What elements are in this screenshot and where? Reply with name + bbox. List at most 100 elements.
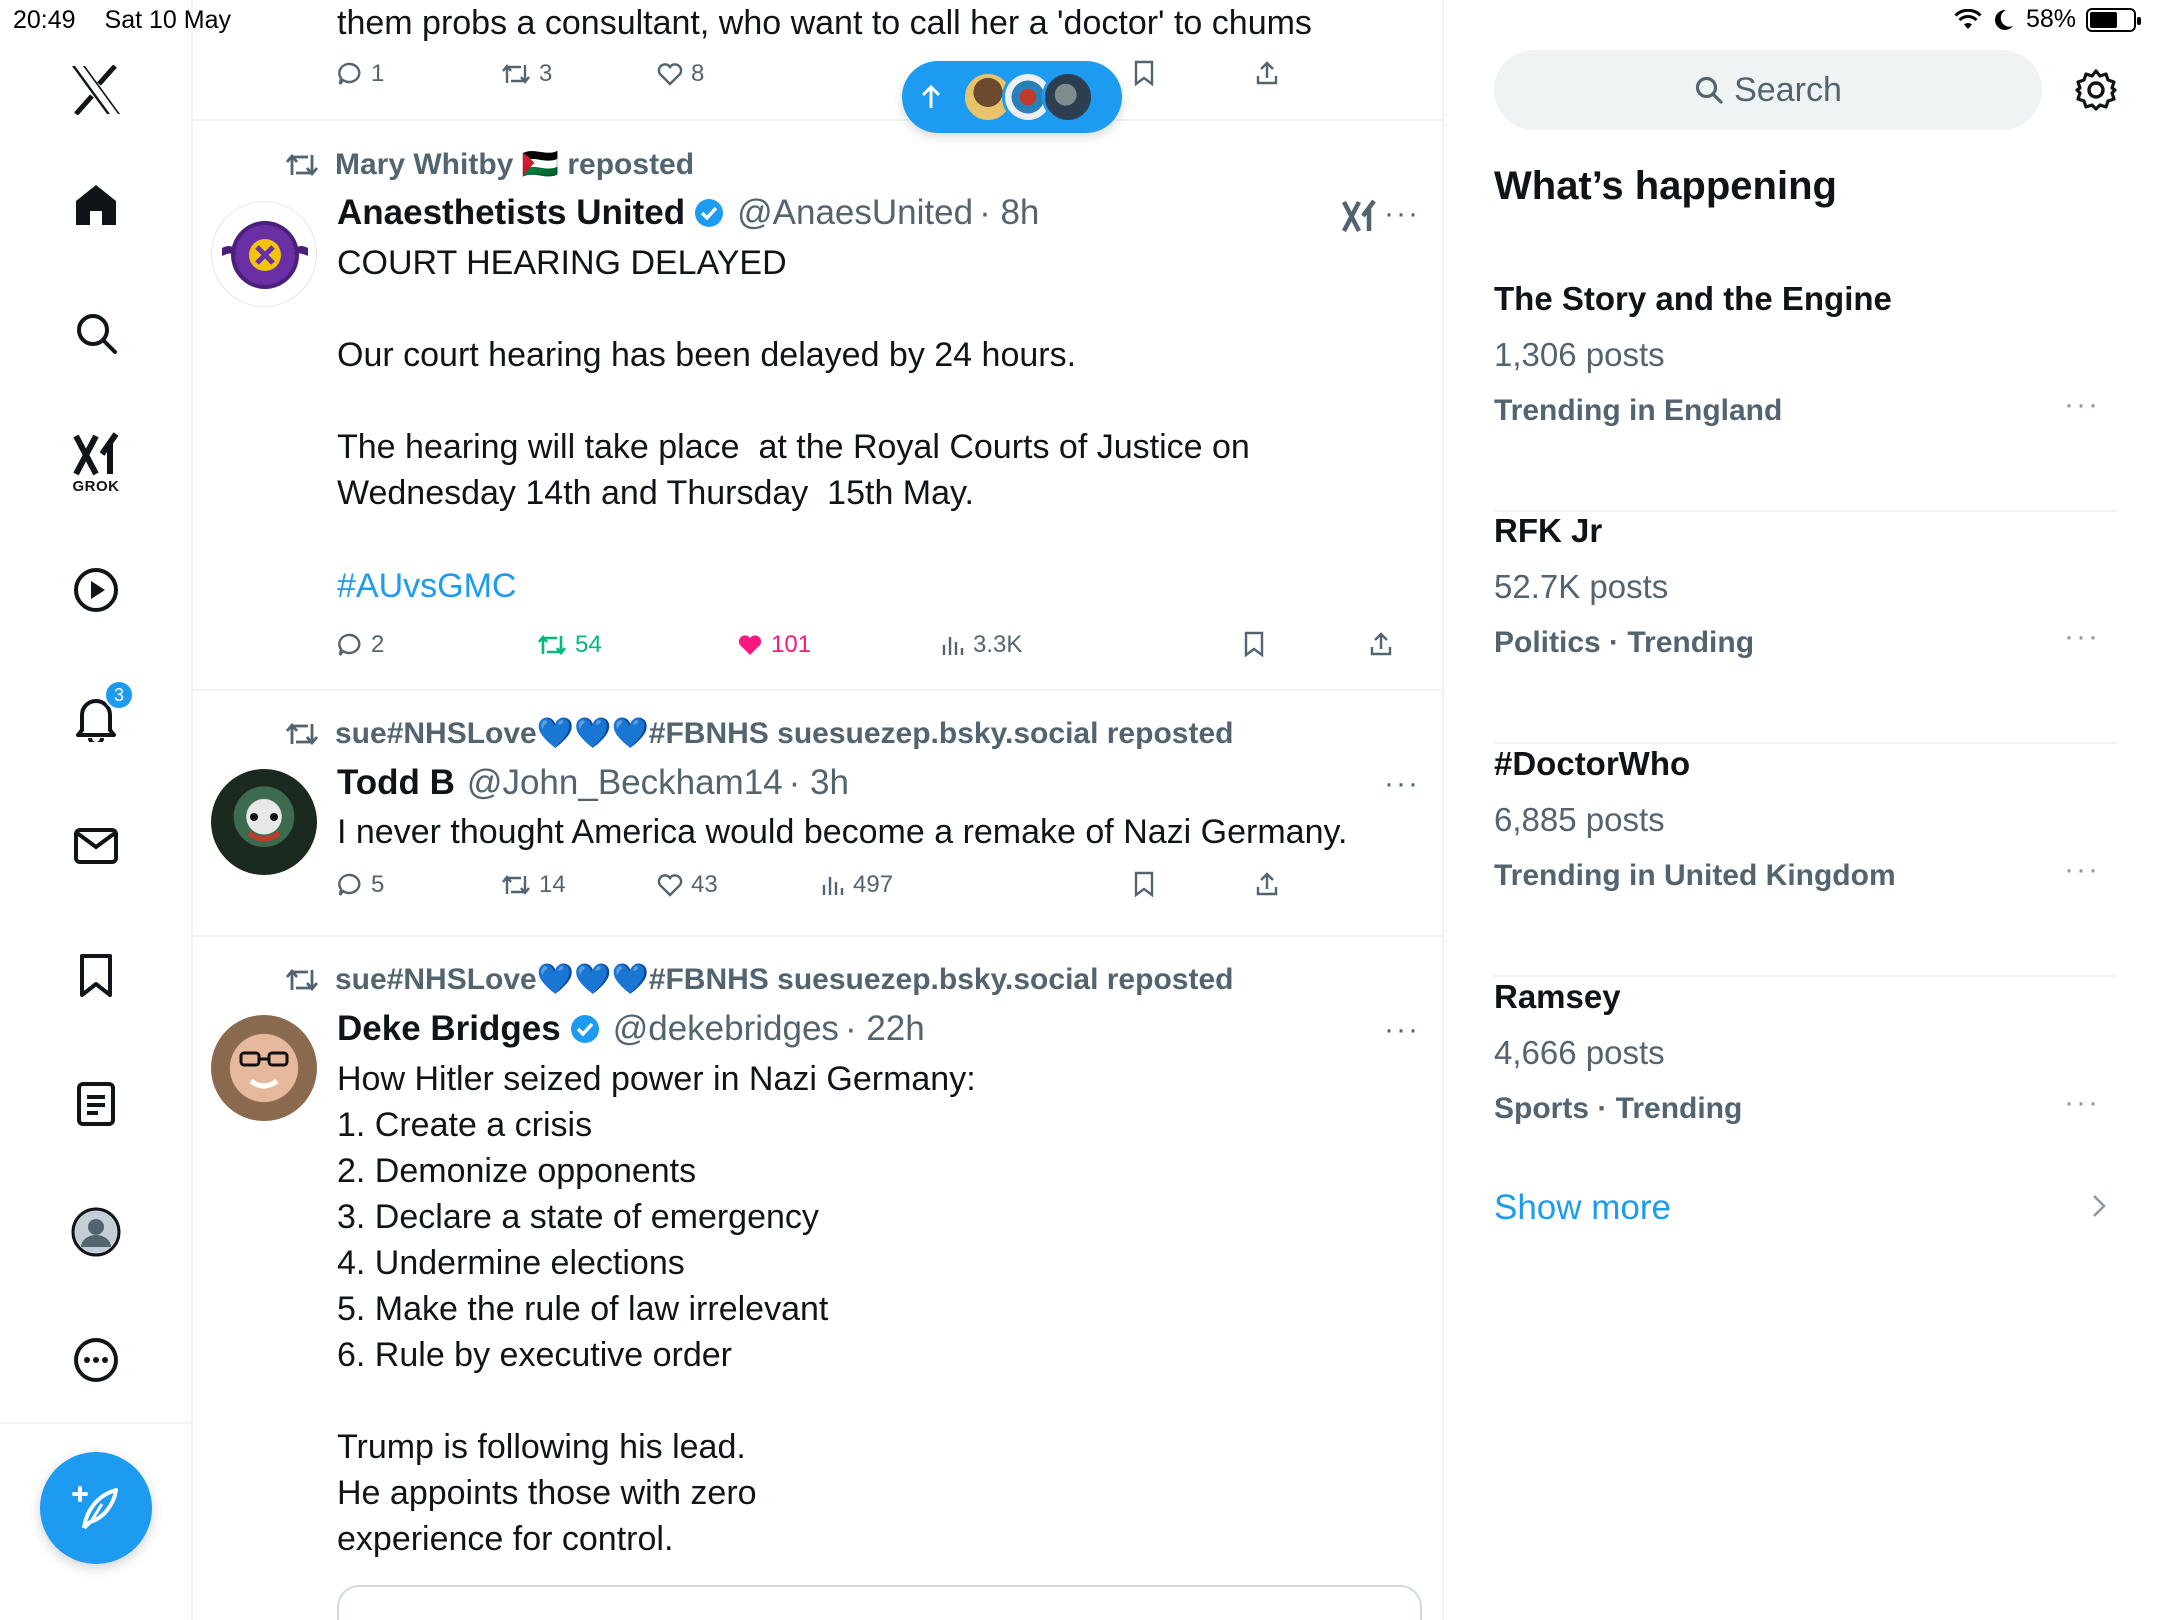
compose-button[interactable]	[40, 1452, 152, 1564]
post[interactable]: sue#NHSLove💙💙💙#FBNHS suesuezep.bsky.soci…	[193, 937, 1442, 1620]
repost-indicator: sue#NHSLove💙💙💙#FBNHS suesuezep.bsky.soci…	[285, 962, 1233, 997]
notification-badge: 3	[104, 680, 134, 710]
search-placeholder: Search	[1734, 70, 1842, 109]
search-icon[interactable]	[56, 293, 136, 373]
more-options-icon[interactable]: ···	[1384, 197, 1420, 231]
post-text: I never thought America would become a r…	[337, 813, 1348, 851]
battery-percent: 58%	[2025, 5, 2076, 33]
like-count: 8	[691, 60, 705, 87]
post[interactable]: sue#NHSLove💙💙💙#FBNHS suesuezep.bsky.soci…	[193, 691, 1442, 937]
battery-cap	[2137, 16, 2141, 25]
avatar[interactable]	[211, 769, 317, 875]
compose-icon	[72, 1486, 118, 1530]
show-more-link[interactable]: Show more	[1494, 1188, 1671, 1228]
like-count: 43	[691, 871, 718, 898]
view-count: 497	[853, 871, 894, 898]
like-button[interactable]: 43	[657, 871, 718, 899]
views-button[interactable]: 497	[821, 871, 893, 899]
chevron-right-icon[interactable]	[2090, 1192, 2108, 1225]
trend-count: 1,306 posts	[1494, 336, 1665, 373]
bookmark-button[interactable]	[1133, 60, 1163, 86]
profile-icon[interactable]	[56, 1192, 136, 1272]
trend-item[interactable]: The Story and the Engine 1,306 posts Tre…	[1494, 280, 2116, 512]
trend-name: Ramsey	[1494, 978, 1621, 1015]
bell-icon[interactable]: 3	[56, 678, 136, 758]
trend-name: The Story and the Engine	[1494, 280, 1892, 317]
reply-button[interactable]: 1	[337, 60, 384, 88]
more-options-icon[interactable]: ···	[1384, 767, 1420, 801]
right-sidebar: Search What’s happening The Story and th…	[1446, 0, 2160, 1620]
lists-icon[interactable]	[56, 1064, 136, 1144]
author-name[interactable]: Deke Bridges	[337, 1009, 561, 1049]
author-name[interactable]: Todd B	[337, 763, 455, 803]
more-options-icon[interactable]: ···	[2064, 388, 2100, 422]
timeline-feed: them probs a consultant, who want to cal…	[193, 0, 1444, 1620]
more-options-icon[interactable]: ···	[1384, 1013, 1420, 1047]
home-icon[interactable]	[56, 165, 136, 245]
grok-icon[interactable]	[1341, 199, 1377, 238]
status-indicators: 58%	[1942, 5, 2141, 34]
post-header: Deke Bridges @dekebridges · 22h	[337, 1009, 925, 1049]
trend-count: 4,666 posts	[1494, 1034, 1665, 1071]
post[interactable]: Mary Whitby 🇵🇸 reposted Anaesthetists Un…	[193, 121, 1442, 691]
author-handle[interactable]: @dekebridges	[613, 1009, 839, 1049]
quoted-post-card[interactable]	[337, 1585, 1422, 1620]
trend-item[interactable]: Ramsey 4,666 posts Sports · Trending ···	[1494, 978, 2116, 1210]
verified-badge-icon	[569, 1013, 601, 1045]
share-button[interactable]	[1255, 871, 1287, 897]
status-date: Sat 10 May	[104, 6, 231, 34]
view-count: 3.3K	[973, 631, 1023, 658]
share-button[interactable]	[1369, 631, 1401, 657]
post-actions: 5 14 43 497	[337, 871, 1337, 911]
reply-count: 5	[371, 871, 385, 898]
like-button[interactable]: 101	[737, 631, 811, 659]
post-text: COURT HEARING DELAYED Our court hearing …	[337, 244, 1250, 512]
search-icon	[1696, 76, 1723, 104]
grok-icon[interactable]: GROK	[56, 418, 136, 508]
reposted-by: sue#NHSLove💙💙💙#FBNHS suesuezep.bsky.soci…	[335, 963, 1234, 996]
trend-name: RFK Jr	[1494, 512, 1603, 549]
mail-icon[interactable]	[56, 806, 136, 886]
repost-count: 14	[539, 871, 566, 898]
post-text: How Hitler seized power in Nazi Germany:…	[337, 1060, 976, 1558]
more-options-icon[interactable]: ···	[2064, 853, 2100, 887]
repost-button[interactable]: 14	[501, 871, 566, 899]
repost-button[interactable]: 3	[501, 60, 552, 88]
reply-button[interactable]: 2	[337, 631, 384, 659]
bookmark-button[interactable]	[1243, 631, 1273, 657]
post-header: Anaesthetists United @AnaesUnited · 8h	[337, 193, 1039, 233]
x-logo-icon[interactable]	[56, 50, 136, 130]
post-time: · 8h	[979, 193, 1040, 232]
author-handle[interactable]: @John_Beckham14	[467, 763, 783, 803]
more-icon[interactable]	[56, 1320, 136, 1400]
nav-divider	[0, 1422, 193, 1424]
video-icon[interactable]	[56, 550, 136, 630]
hashtag-link[interactable]: #AUvsGMC	[337, 563, 516, 609]
search-input[interactable]: Search	[1494, 50, 2042, 130]
repost-button[interactable]: 54	[537, 631, 602, 659]
more-options-icon[interactable]: ···	[2064, 620, 2100, 654]
avatar[interactable]	[211, 201, 317, 307]
trend-count: 6,885 posts	[1494, 801, 1665, 838]
trend-item[interactable]: #DoctorWho 6,885 posts Trending in Unite…	[1494, 745, 2116, 977]
post-actions: 1 3 8	[337, 60, 1337, 100]
trend-name: #DoctorWho	[1494, 745, 1691, 782]
author-handle[interactable]: @AnaesUnited	[737, 193, 973, 233]
author-name[interactable]: Anaesthetists United	[337, 193, 685, 233]
more-options-icon[interactable]: ···	[2064, 1086, 2100, 1120]
bookmark-icon[interactable]	[56, 936, 136, 1016]
repost-indicator: Mary Whitby 🇵🇸 reposted	[285, 147, 694, 182]
views-button[interactable]: 3.3K	[941, 631, 1022, 659]
reply-button[interactable]: 5	[337, 871, 384, 899]
avatar[interactable]	[211, 1015, 317, 1121]
status-time: 20:49	[13, 6, 76, 34]
like-button[interactable]: 8	[657, 60, 704, 88]
share-button[interactable]	[1255, 60, 1287, 86]
gear-icon[interactable]	[2074, 68, 2118, 117]
trend-item[interactable]: RFK Jr 52.7K posts Politics · Trending ·…	[1494, 512, 2116, 744]
pill-avatar	[1042, 71, 1094, 123]
reposted-by: Mary Whitby 🇵🇸 reposted	[335, 148, 695, 181]
reply-count: 2	[371, 631, 385, 658]
new-posts-pill[interactable]	[902, 61, 1122, 133]
bookmark-button[interactable]	[1133, 871, 1163, 897]
